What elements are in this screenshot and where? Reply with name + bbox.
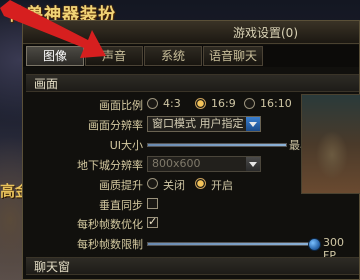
aspect-4-3-radio[interactable] xyxy=(147,98,158,109)
aspect-16-10-radio[interactable] xyxy=(244,98,255,109)
resolution-label: 画面分辨率 xyxy=(88,119,143,132)
quality-boost-label: 画质提升 xyxy=(99,179,143,192)
resolution-value: 窗口模式 用户指定 xyxy=(152,117,244,130)
aspect-16-9-radio[interactable] xyxy=(195,98,206,109)
quality-off-label: 关闭 xyxy=(163,179,185,192)
aspect-16-9-label: 16:9 xyxy=(211,97,236,110)
ui-size-slider[interactable] xyxy=(147,143,287,147)
aspect-ratio-label: 画面比例 xyxy=(99,99,143,112)
chevron-down-icon xyxy=(246,117,260,131)
fps-limit-label: 每秒帧数限制 xyxy=(77,238,143,251)
resolution-dropdown[interactable]: 窗口模式 用户指定 xyxy=(147,116,261,132)
vsync-checkbox[interactable] xyxy=(147,198,158,209)
quality-off-radio[interactable] xyxy=(147,178,158,189)
chevron-down-icon xyxy=(246,157,260,171)
ui-size-label: UI大小 xyxy=(109,139,143,152)
tab-voice-chat[interactable]: 语音聊天 xyxy=(203,46,263,66)
fps-limit-fill xyxy=(148,243,314,245)
preview-image xyxy=(301,94,360,194)
tab-system[interactable]: 系统 xyxy=(144,46,202,66)
aspect-16-10-label: 16:10 xyxy=(260,97,292,110)
fps-limit-knob[interactable] xyxy=(308,238,321,251)
fps-optimize-checkbox[interactable] xyxy=(147,215,158,228)
aspect-4-3-label: 4:3 xyxy=(163,97,181,110)
window-title: 游戏设置(0) xyxy=(233,26,298,40)
ui-size-fill xyxy=(148,144,286,146)
vsync-label: 垂直同步 xyxy=(99,199,143,212)
dungeon-resolution-label: 地下城分辨率 xyxy=(77,159,143,172)
section-graphics-header: 画面 xyxy=(26,74,359,92)
red-arrow-annotation xyxy=(0,0,106,58)
fps-optimize-label: 每秒帧数优化 xyxy=(77,218,143,231)
fps-limit-slider[interactable] xyxy=(147,238,321,251)
dungeon-resolution-dropdown[interactable]: 800x600 xyxy=(147,156,261,172)
quality-on-radio[interactable] xyxy=(195,178,206,189)
dungeon-resolution-value: 800x600 xyxy=(152,157,201,170)
section-chat-header: 聊天窗 xyxy=(26,257,359,275)
quality-on-label: 开启 xyxy=(211,179,233,192)
